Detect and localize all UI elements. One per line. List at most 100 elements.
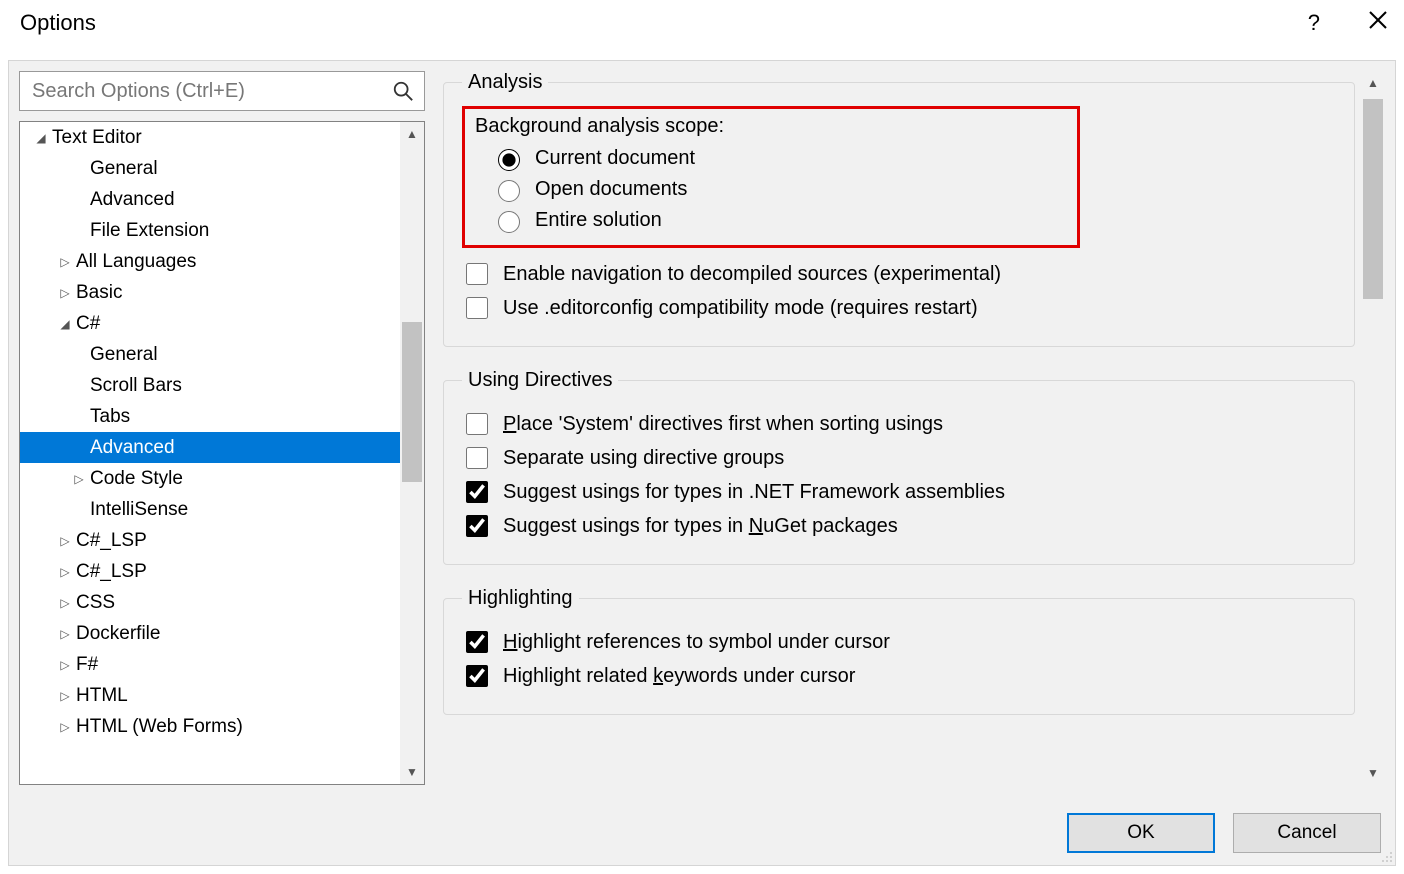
tree-item-code-style[interactable]: ▷Code Style — [20, 463, 400, 494]
checkbox-input[interactable] — [466, 481, 488, 503]
tree-item-label: Advanced — [90, 437, 175, 459]
titlebar-controls: ? — [1308, 10, 1388, 36]
scope-label: Background analysis scope: — [475, 115, 1073, 138]
checkbox-label: Highlight references to symbol under cur… — [503, 631, 890, 654]
scroll-up-icon[interactable]: ▲ — [400, 122, 424, 146]
expand-icon[interactable]: ▷ — [58, 534, 72, 548]
checkbox-label: Suggest usings for types in NuGet packag… — [503, 515, 898, 538]
group-using: Using Directives Place 'System' directiv… — [443, 369, 1355, 565]
checkbox-input[interactable] — [466, 413, 488, 435]
check-highlight-related-keywords-under-cursor[interactable]: Highlight related keywords under cursor — [462, 662, 1336, 690]
expand-icon[interactable]: ▷ — [72, 472, 86, 486]
checkbox-label: Separate using directive groups — [503, 447, 784, 470]
tree-item-label: Advanced — [90, 189, 175, 211]
check-place-system-directives-first-when-sorti[interactable]: Place 'System' directives first when sor… — [462, 410, 1336, 438]
highlight-annotation: Background analysis scope: Current docum… — [462, 106, 1080, 248]
expand-icon[interactable]: ▷ — [58, 720, 72, 734]
tree-item-label: Scroll Bars — [90, 375, 182, 397]
close-icon[interactable] — [1368, 10, 1388, 36]
tree-item-dockerfile[interactable]: ▷Dockerfile — [20, 618, 400, 649]
tree-item-advanced[interactable]: Advanced — [20, 184, 400, 215]
radio-input[interactable] — [498, 180, 520, 202]
tree-item-html-web-forms-[interactable]: ▷ HTML (Web Forms) — [20, 711, 400, 742]
checkbox-input[interactable] — [466, 263, 488, 285]
scroll-up-icon[interactable]: ▲ — [1361, 71, 1385, 95]
tree-item-f-[interactable]: ▷ F# — [20, 649, 400, 680]
tree-item-label: All Languages — [76, 251, 196, 273]
tree-item-scroll-bars[interactable]: Scroll Bars — [20, 370, 400, 401]
expand-icon[interactable]: ▷ — [58, 689, 72, 703]
tree-item-label: General — [90, 158, 158, 180]
radio-label: Entire solution — [535, 209, 662, 232]
tree-item-tabs[interactable]: Tabs — [20, 401, 400, 432]
collapse-icon[interactable]: ◢ — [34, 131, 48, 145]
tree-item-c-[interactable]: ◢C# — [20, 308, 400, 339]
tree-item-c-lsp[interactable]: ▷C#_LSP — [20, 525, 400, 556]
expand-icon[interactable]: ▷ — [58, 658, 72, 672]
checkbox-label: Use .editorconfig compatibility mode (re… — [503, 297, 978, 320]
checkbox-input[interactable] — [466, 297, 488, 319]
radio-input[interactable] — [498, 149, 520, 171]
panel-scrollbar[interactable]: ▲ ▼ — [1361, 71, 1385, 785]
ok-button[interactable]: OK — [1067, 813, 1215, 853]
radio-current-document[interactable]: Current document — [493, 146, 1073, 171]
search-input[interactable] — [30, 79, 392, 104]
tree-item-label: HTML — [76, 685, 128, 707]
checkbox-input[interactable] — [466, 447, 488, 469]
check-suggest-usings-for-types-in-nuget-packag[interactable]: Suggest usings for types in NuGet packag… — [462, 512, 1336, 540]
checkbox-label: Enable navigation to decompiled sources … — [503, 263, 1001, 286]
tree-item-label: F# — [76, 654, 98, 676]
checkbox-input[interactable] — [466, 631, 488, 653]
radio-open-documents[interactable]: Open documents — [493, 177, 1073, 202]
search-options[interactable] — [19, 71, 425, 111]
help-icon[interactable]: ? — [1308, 10, 1320, 36]
check-enable-navigation-to-decompiled-sources-[interactable]: Enable navigation to decompiled sources … — [462, 260, 1336, 288]
group-using-legend: Using Directives — [462, 369, 618, 392]
dialog-footer: OK Cancel — [1067, 813, 1381, 853]
check-use-editorconfig-compatibility-mode-requ[interactable]: Use .editorconfig compatibility mode (re… — [462, 294, 1336, 322]
tree-item-label: CSS — [76, 592, 115, 614]
tree-item-basic[interactable]: ▷Basic — [20, 277, 400, 308]
expand-icon[interactable]: ▷ — [58, 627, 72, 641]
expand-icon[interactable]: ▷ — [58, 286, 72, 300]
tree-item-all-languages[interactable]: ▷ All Languages — [20, 246, 400, 277]
right-panel: Analysis Background analysis scope: Curr… — [443, 71, 1385, 785]
tree-item-intellisense[interactable]: IntelliSense — [20, 494, 400, 525]
expand-icon[interactable]: ▷ — [58, 565, 72, 579]
expand-icon[interactable]: ▷ — [58, 255, 72, 269]
scroll-down-icon[interactable]: ▼ — [1361, 761, 1385, 785]
tree-item-text-editor[interactable]: ◢ Text Editor — [20, 122, 400, 153]
checkbox-label: Suggest usings for types in .NET Framewo… — [503, 481, 1005, 504]
cancel-button[interactable]: Cancel — [1233, 813, 1381, 853]
tree-item-label: Text Editor — [52, 127, 142, 149]
checkbox-input[interactable] — [466, 515, 488, 537]
group-analysis-legend: Analysis — [462, 71, 548, 94]
group-analysis: Analysis Background analysis scope: Curr… — [443, 71, 1355, 347]
left-column: ◢ Text Editor General Advanced File Extensio… — [19, 71, 425, 785]
scroll-down-icon[interactable]: ▼ — [400, 760, 424, 784]
collapse-icon[interactable]: ◢ — [58, 317, 72, 331]
tree-item-html[interactable]: ▷ HTML — [20, 680, 400, 711]
check-separate-using-directive-groups[interactable]: Separate using directive groups — [462, 444, 1336, 472]
expand-icon[interactable]: ▷ — [58, 596, 72, 610]
tree-item-label: HTML (Web Forms) — [76, 716, 243, 738]
tree-item-label: IntelliSense — [90, 499, 188, 521]
tree-scrollbar[interactable]: ▲ ▼ — [400, 122, 424, 784]
options-dialog: Options ? ◢Text EditorGeneralAdvancedFil… — [0, 0, 1404, 874]
tree-item-css[interactable]: ▷ CSS — [20, 587, 400, 618]
tree-item-file-extension[interactable]: File Extension — [20, 215, 400, 246]
radio-entire-solution[interactable]: Entire solution — [493, 208, 1073, 233]
tree-item-advanced[interactable]: Advanced — [20, 432, 400, 463]
radio-input[interactable] — [498, 211, 520, 233]
tree-item-general[interactable]: General — [20, 339, 400, 370]
scroll-thumb[interactable] — [402, 322, 422, 482]
dialog-body: ◢ Text Editor General Advanced File Extensio… — [8, 60, 1396, 866]
scroll-thumb[interactable] — [1363, 99, 1383, 299]
check-highlight-references-to-symbol-under-cur[interactable]: Highlight references to symbol under cur… — [462, 628, 1336, 656]
resize-grip-icon[interactable] — [1379, 849, 1393, 863]
tree-item-c-lsp[interactable]: ▷C#_LSP — [20, 556, 400, 587]
checkbox-input[interactable] — [466, 665, 488, 687]
tree-item-general[interactable]: General — [20, 153, 400, 184]
checkbox-label: Place 'System' directives first when sor… — [503, 413, 943, 436]
check-suggest-usings-for-types-in-net-framewor[interactable]: Suggest usings for types in .NET Framewo… — [462, 478, 1336, 506]
